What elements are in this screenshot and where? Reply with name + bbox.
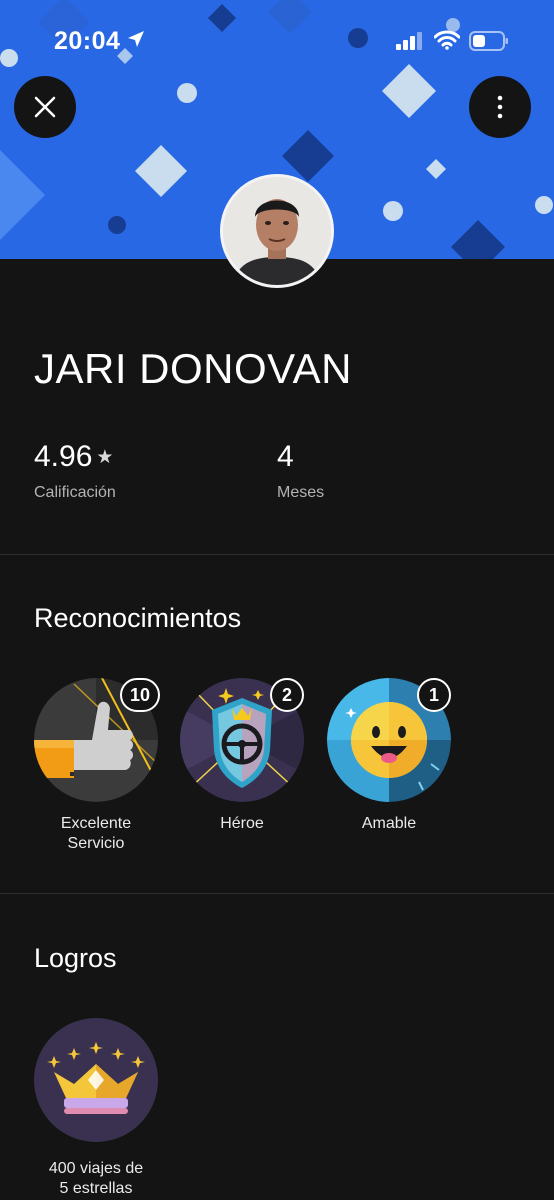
recognition-label-line1: Héroe (220, 815, 264, 832)
divider (0, 554, 554, 555)
divider (0, 893, 554, 894)
achievements-title: Logros (34, 943, 117, 973)
recognition-badge-disc: 2 (180, 678, 304, 802)
wifi-icon (434, 30, 460, 50)
achievement-label-line2: 5 estrellas (59, 1180, 133, 1197)
star-icon: ★ (96, 447, 114, 468)
achievement-label: 400 viajes de 5 estrellas (34, 1159, 158, 1199)
recognition-badge-disc: 1 (327, 678, 451, 802)
recognition-label-line1: Amable (361, 815, 417, 832)
achievement-label-line1: 400 viajes de (48, 1160, 144, 1177)
location-arrow-icon (128, 31, 144, 47)
recognition-label-line2: Servicio (67, 835, 125, 852)
months-value: 4 (277, 440, 294, 473)
recognition-friendly[interactable]: 1 Amable (327, 678, 451, 834)
more-options-button[interactable] (469, 76, 531, 138)
recognition-label-line1: Excelente (60, 815, 132, 832)
driver-photo (223, 177, 331, 285)
recognition-count: 10 (119, 678, 160, 712)
driver-name: JARI DONOVAN (34, 345, 352, 392)
achievement-400-five-star-trips[interactable]: 400 viajes de 5 estrellas (34, 1018, 158, 1199)
recognition-label: Excelente Servicio (34, 814, 158, 854)
recognition-badge-disc: 10 (34, 678, 160, 802)
recognitions-title: Reconocimientos (34, 603, 242, 633)
recognition-excellent-service[interactable]: 10 Excelente Servicio (34, 678, 160, 854)
recognition-hero[interactable]: 2 Héroe (180, 678, 304, 834)
recognition-label: Amable (327, 814, 451, 834)
vertical-ellipsis-icon (497, 95, 503, 119)
months-label: Meses (277, 484, 325, 501)
driver-avatar (220, 174, 334, 288)
status-time: 20:04 (54, 27, 121, 55)
close-button[interactable] (14, 76, 76, 138)
crown-icon (34, 1018, 158, 1142)
status-bar: 20:04 (0, 0, 554, 80)
battery-icon (469, 31, 508, 51)
recognition-count: 2 (270, 678, 304, 712)
cellular-signal-icon (396, 32, 422, 50)
rating-label: Calificación (34, 484, 116, 501)
rating-number: 4.96 (34, 440, 93, 473)
recognition-count: 1 (417, 678, 451, 712)
recognition-label: Héroe (180, 814, 304, 834)
rating-value: 4.96 ★ (34, 440, 113, 474)
close-icon (34, 96, 56, 118)
